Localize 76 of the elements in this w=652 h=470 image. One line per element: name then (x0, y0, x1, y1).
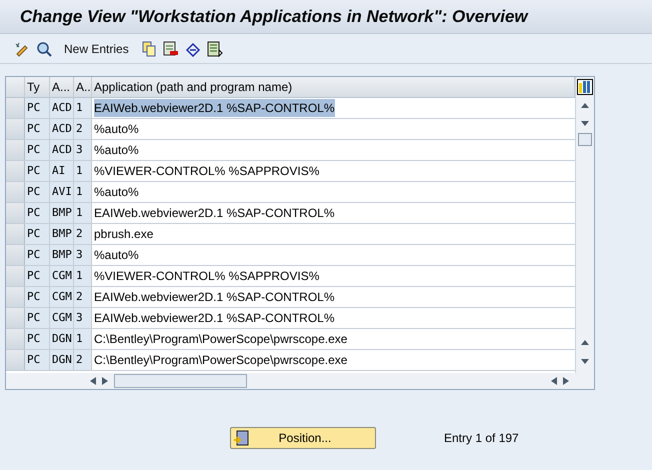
column-header[interactable]: A.. (74, 77, 92, 97)
table-cell-text: EAIWeb.webviewer2D.1 %SAP-CONTROL% (94, 205, 335, 222)
table-cell-text: PC (27, 100, 40, 116)
copy-icon[interactable] (140, 40, 157, 56)
table-cell-text: 1 (76, 330, 83, 347)
table-cell-text: 3 (76, 246, 83, 263)
table-cell-text: PC (27, 120, 40, 137)
horizontal-scroll-thumb[interactable] (114, 374, 247, 388)
table-cell-text: %auto% (94, 184, 139, 201)
table-cell-text: DGN (52, 330, 72, 347)
table-cell-text: PC (27, 310, 40, 326)
table-cell-text: CGM (52, 310, 72, 326)
table-cell-text: DGN (52, 352, 72, 368)
down-arrow-icon (581, 359, 589, 364)
table-cell-text: PC (27, 330, 40, 347)
table-cell-text: %VIEWER-CONTROL% %SAPPROVIS% (94, 268, 320, 285)
table-cell-text: AI (52, 162, 66, 179)
table-cell-text: %VIEWER-CONTROL% %SAPPROVIS% (94, 163, 320, 180)
column-header[interactable]: A... (50, 77, 74, 97)
table-cell-text: ACD (52, 120, 72, 137)
scroll-right-icon[interactable] (102, 377, 108, 385)
table-cell-text: 1 (76, 100, 83, 116)
table-cell-text: EAIWeb.webviewer2D.1 %SAP-CONTROL% (94, 289, 335, 306)
table-cell-text: PC (27, 288, 40, 305)
position-icon (233, 430, 249, 446)
up-arrow-icon (581, 103, 589, 108)
table-cell-text: ACD (52, 142, 72, 158)
scroll-thumb[interactable] (578, 133, 592, 146)
table-cell-text: PC (27, 268, 40, 284)
down-arrow-icon (581, 121, 589, 126)
table-cell-text: 3 (76, 310, 83, 326)
table-cell-text: 2 (76, 352, 83, 368)
new-entries-button[interactable]: New Entries (58, 40, 135, 58)
table-cell-text: PC (27, 352, 40, 368)
table-cell-text: BMP (52, 226, 72, 242)
table-cell-text: 2 (76, 288, 83, 305)
table-cell-text: 1 (76, 184, 83, 200)
table-cell-text: ACD (52, 100, 72, 116)
table-cell-text: 2 (76, 120, 83, 137)
table-cell-text: %auto% (94, 247, 139, 264)
entry-count: Entry 1 of 197 (444, 430, 519, 447)
table-cell-text: 3 (76, 142, 83, 158)
scroll-left-icon[interactable] (90, 377, 96, 385)
display-magnifier-icon[interactable] (36, 40, 52, 56)
edit-pencil-icon[interactable] (14, 40, 30, 56)
table-cell-text: PC (27, 226, 40, 242)
table-cell-text: PC (27, 142, 40, 158)
column-header[interactable]: Ty (25, 77, 50, 97)
table-cell-text: CGM (52, 268, 72, 284)
table-cell-text: 1 (76, 268, 83, 284)
table-cell-text: PC (27, 204, 40, 221)
table-cell-text: BMP (52, 246, 72, 263)
delete-row-icon[interactable] (162, 40, 179, 56)
table-cell-text: pbrush.exe (94, 226, 154, 243)
position-button[interactable]: Position... (230, 427, 376, 449)
window-title: Change View "Workstation Applications in Network": Overview (20, 6, 528, 28)
table-cell-text: 2 (76, 226, 83, 242)
table-cell-text: C:\Bentley\Program\PowerScope\pwrscope.exe (94, 331, 348, 348)
table-cell-text: %auto% (94, 121, 139, 138)
table-cell-text: PC (27, 184, 40, 200)
table-cell-text: 1 (76, 162, 83, 179)
table-cell-text: C:\Bentley\Program\PowerScope\pwrscope.exe (94, 352, 348, 369)
scroll-right-icon[interactable] (563, 377, 569, 385)
table-cell-text: PC (27, 246, 40, 263)
column-settings-icon[interactable] (577, 79, 593, 95)
table-cell-text: AVI (52, 184, 72, 200)
table-cell-text: PC (27, 162, 40, 179)
table-cell-text: CGM (52, 288, 72, 305)
table-cell-text: BMP (52, 204, 72, 221)
scroll-left-icon[interactable] (551, 377, 557, 385)
table-cell-text: EAIWeb.webviewer2D.1 %SAP-CONTROL% (94, 310, 335, 327)
up-arrow-icon (581, 340, 589, 345)
table-cell: EAIWeb.webviewer2D.1 %SAP-CONTROL% (94, 99, 335, 117)
table-cell-text: %auto% (94, 142, 139, 159)
table-cell-text: 1 (76, 204, 83, 221)
select-block-icon[interactable] (206, 40, 223, 56)
